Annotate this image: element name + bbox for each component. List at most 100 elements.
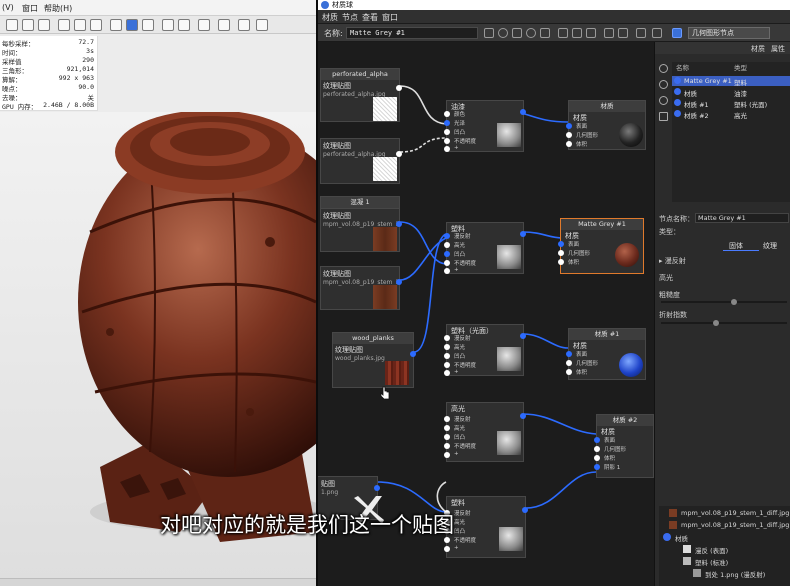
ior-slider[interactable] [661, 320, 787, 326]
port-dot[interactable] [558, 241, 564, 247]
focus-icon[interactable] [178, 19, 190, 31]
node-name-input[interactable]: Matte Grey #1 [695, 213, 789, 223]
window-icon[interactable] [256, 19, 268, 31]
output-port[interactable] [520, 333, 526, 339]
tab-properties[interactable]: 属性 [771, 44, 785, 54]
slider-knob[interactable] [713, 320, 719, 326]
output-port[interactable] [374, 485, 380, 491]
port-dot[interactable] [594, 455, 600, 461]
port-dot[interactable] [566, 369, 572, 375]
material-output-node[interactable]: 材质 材质 表面 几何图形 体积 [566, 100, 646, 150]
port-dot[interactable] [444, 416, 450, 422]
section-roughness[interactable]: 粗糙度 [659, 290, 680, 300]
tab-material[interactable]: 材质 [751, 44, 765, 54]
denoise-icon[interactable] [238, 19, 250, 31]
output-port[interactable] [520, 109, 526, 115]
material-1-output-node[interactable]: 材质 #1 材质 表面 几何图形 体积 [566, 328, 646, 380]
port-dot[interactable] [594, 446, 600, 452]
texture-node-stem-2[interactable]: 纹理贴图 mpm_vol.08_p19_stem_1_diff.jpg [320, 266, 402, 310]
port-dot[interactable] [444, 146, 450, 152]
gloss-shader-node[interactable]: 高光 漫反射 高光 凹凸 不透明度 + [444, 402, 526, 462]
port-dot[interactable] [444, 353, 450, 359]
node-icon[interactable] [672, 28, 682, 38]
exposure-icon[interactable] [218, 19, 230, 31]
port-dot[interactable] [566, 141, 572, 147]
output-port[interactable] [396, 151, 402, 157]
port-dot[interactable] [444, 546, 450, 552]
pan-icon[interactable] [90, 19, 102, 31]
port-dot[interactable] [444, 268, 450, 274]
material-name-input[interactable]: Matte Grey #1 [346, 27, 478, 39]
output-port[interactable] [396, 279, 402, 285]
port-dot[interactable] [444, 335, 450, 341]
section-diffuse[interactable]: ▸ 漫反射 [659, 256, 686, 266]
port-dot[interactable] [444, 129, 450, 135]
grid-icon[interactable] [142, 19, 154, 31]
port-dot[interactable] [444, 434, 450, 440]
port-dot[interactable] [444, 443, 450, 449]
port-dot[interactable] [566, 123, 572, 129]
port-dot[interactable] [444, 425, 450, 431]
mix-node[interactable]: 混凝 1 [320, 196, 400, 208]
port-dot[interactable] [444, 138, 450, 144]
frame-icon[interactable] [636, 28, 646, 38]
menu-help[interactable]: 帮助(H) [44, 3, 72, 14]
port-dot[interactable] [444, 452, 450, 458]
region-icon[interactable] [162, 19, 174, 31]
port-dot[interactable] [566, 132, 572, 138]
add-icon[interactable] [659, 80, 668, 89]
save-icon[interactable] [126, 19, 138, 31]
material-row-matte-grey[interactable]: Matte Grey #1 塑料 [672, 76, 790, 87]
paste-icon[interactable] [572, 28, 582, 38]
port-dot[interactable] [594, 464, 600, 470]
texture-node-stem-1[interactable]: 纹理贴图 mpm_vol.08_p19_stem_1_diff.jpg [320, 208, 402, 252]
material-row-material-1[interactable]: 材质 #1 塑料 (光面) [672, 98, 790, 109]
reset-icon[interactable] [526, 28, 536, 38]
texture-node-alpha-2[interactable]: 纹理贴图 perforated_alpha.jpg [320, 138, 402, 184]
paint-shader-node[interactable]: 油漆 颜色 光泽 凹凸 不透明度 + [444, 100, 526, 152]
refresh-icon[interactable] [659, 64, 668, 73]
port-dot[interactable] [444, 260, 450, 266]
port-dot[interactable] [558, 259, 564, 265]
save-icon[interactable] [484, 28, 494, 38]
texture-node-alpha[interactable]: perforated_alpha 纹理贴图 perforated_alpha.j… [320, 68, 402, 122]
menu-node[interactable]: 节点 [342, 12, 358, 23]
slider-knob[interactable] [731, 299, 737, 305]
geometry-node-button[interactable]: 几何图形节点 [688, 27, 770, 39]
port-dot[interactable] [444, 233, 450, 239]
material-row-material-2[interactable]: 材质 #2 高光 [672, 109, 790, 120]
port-dot[interactable] [444, 242, 450, 248]
grid-icon[interactable] [540, 28, 550, 38]
trash-icon[interactable] [659, 112, 668, 121]
layout-icon[interactable] [604, 28, 614, 38]
sphere-icon[interactable] [498, 28, 508, 38]
tree-item[interactable]: 漫反 (表面) [659, 544, 790, 555]
menu-view[interactable]: (V) [2, 3, 14, 12]
type-tab-texture[interactable]: 纹理 [763, 241, 777, 251]
port-dot[interactable] [444, 370, 450, 376]
tree-item[interactable]: mpm_vol.08_p19_stem_1_diff.jpg [659, 508, 790, 518]
port-dot[interactable] [444, 362, 450, 368]
port-dot[interactable] [444, 344, 450, 350]
matte-grey-output-node[interactable]: Matte Grey #1 材质 表面 几何图形 体积 [558, 218, 644, 274]
menu-view[interactable]: 查看 [362, 12, 378, 23]
tree-item[interactable]: 塑料 (标准) [659, 556, 790, 567]
trash-icon[interactable] [586, 28, 596, 38]
zoom-icon[interactable] [74, 19, 86, 31]
output-port[interactable] [520, 231, 526, 237]
tree-item[interactable]: 到处 1.png (漫反射) [659, 568, 790, 579]
menu-window[interactable]: 窗口 [22, 3, 38, 14]
settings-icon[interactable] [198, 19, 210, 31]
panel-icon[interactable] [652, 28, 662, 38]
port-dot[interactable] [444, 537, 450, 543]
material-row-material[interactable]: 材质 油漆 [672, 87, 790, 98]
cube-icon[interactable] [512, 28, 522, 38]
plastic-gloss-shader-node[interactable]: 塑料（光面） 漫反射 高光 凹凸 不透明度 + [444, 324, 526, 376]
roughness-slider[interactable] [661, 299, 787, 305]
output-port[interactable] [410, 351, 416, 357]
duplicate-icon[interactable] [659, 96, 668, 105]
section-specular[interactable]: 高光 [659, 273, 673, 283]
menu-window[interactable]: 窗口 [382, 12, 398, 23]
port-dot[interactable] [444, 111, 450, 117]
port-dot[interactable] [566, 351, 572, 357]
